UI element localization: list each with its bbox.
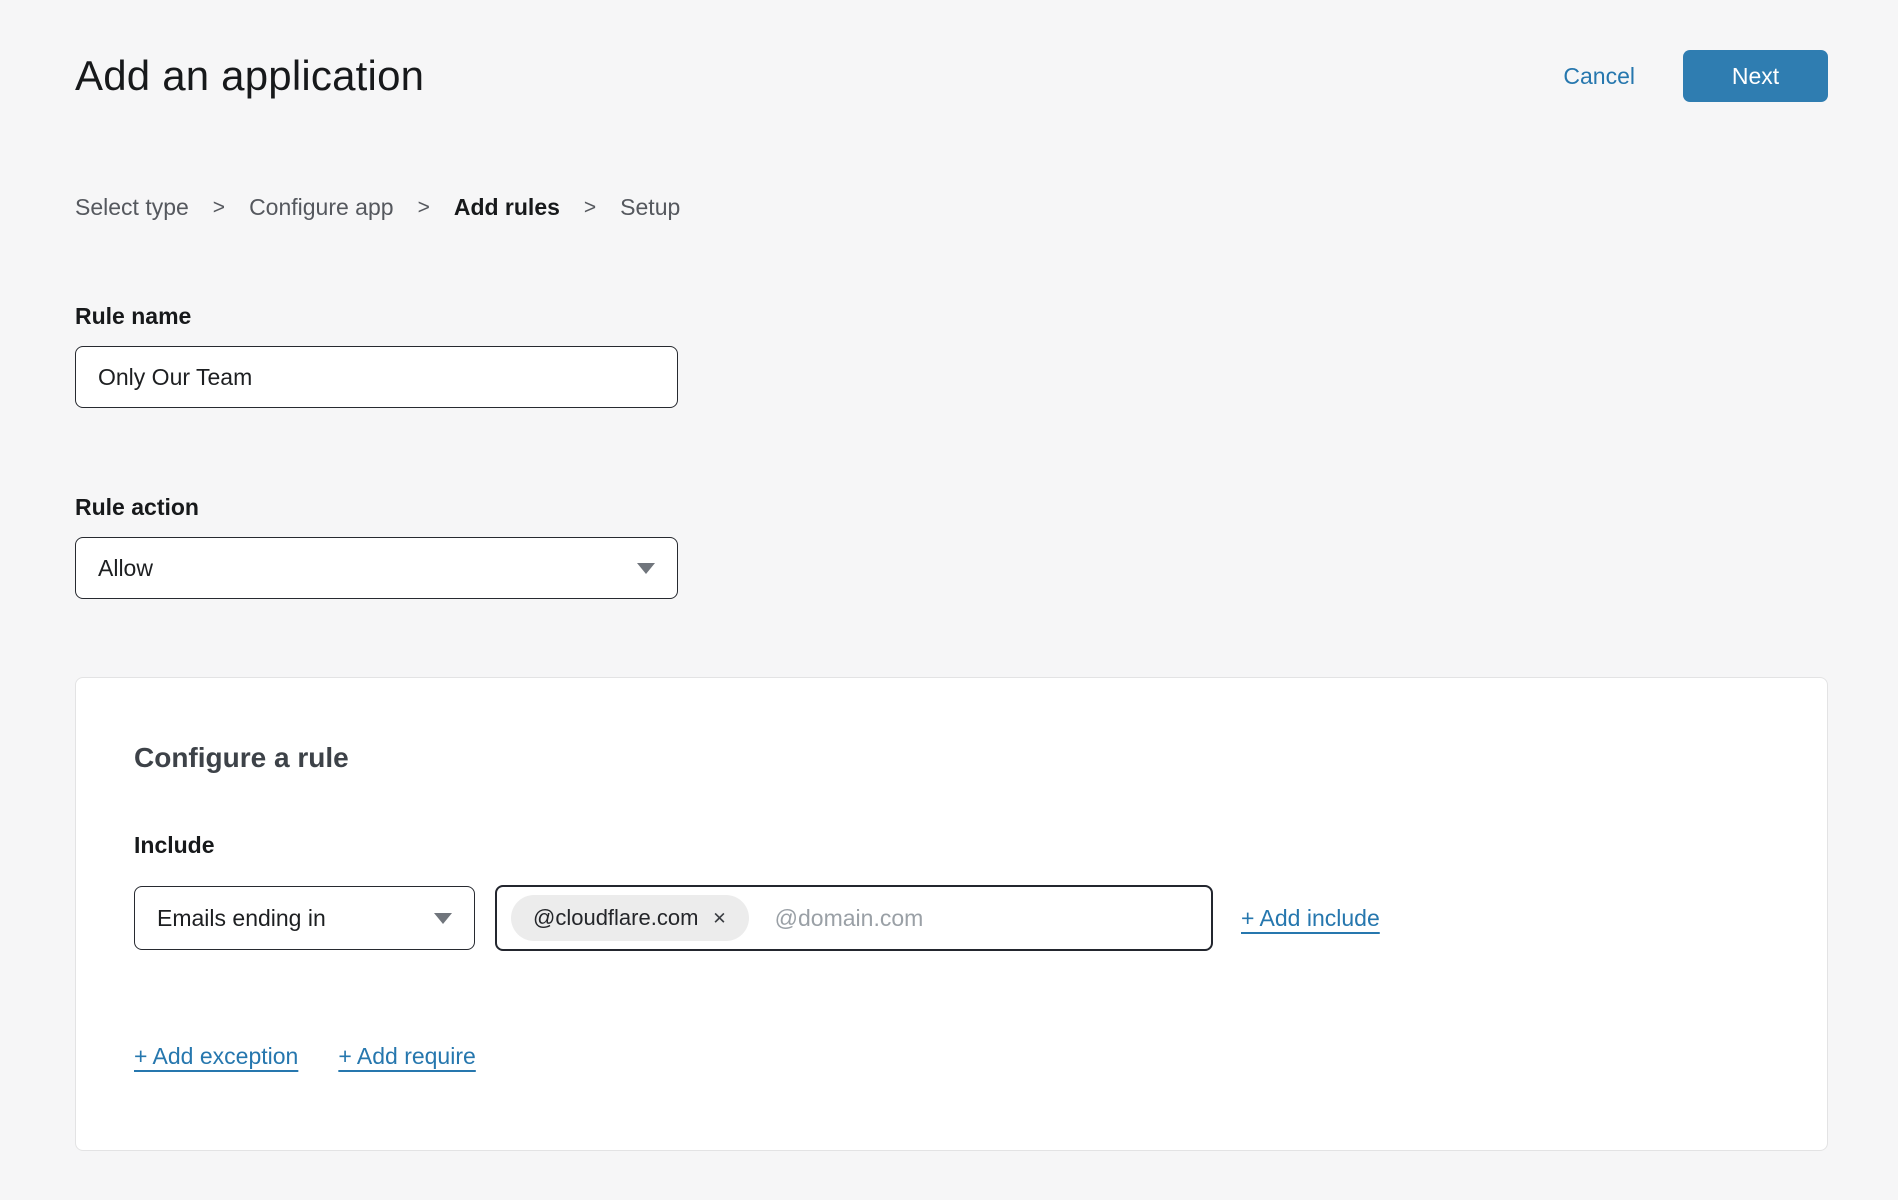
rule-name-input[interactable] xyxy=(75,346,678,408)
cancel-button[interactable]: Cancel xyxy=(1563,63,1635,90)
breadcrumb-separator: > xyxy=(584,196,596,220)
breadcrumb-step-setup[interactable]: Setup xyxy=(620,194,680,221)
rule-action-selected-value: Allow xyxy=(98,555,153,582)
add-require-link[interactable]: + Add require xyxy=(338,1043,475,1070)
chevron-down-icon xyxy=(637,563,655,574)
rule-action-select[interactable]: Allow xyxy=(75,537,678,599)
rule-name-label: Rule name xyxy=(75,303,1828,330)
breadcrumb-step-configure-app[interactable]: Configure app xyxy=(249,194,394,221)
next-button[interactable]: Next xyxy=(1683,50,1828,102)
breadcrumb: Select type > Configure app > Add rules … xyxy=(75,194,1828,221)
breadcrumb-step-select-type[interactable]: Select type xyxy=(75,194,189,221)
breadcrumb-step-add-rules[interactable]: Add rules xyxy=(454,194,560,221)
page-content: Add an application Cancel Next Select ty… xyxy=(0,0,1898,1151)
configure-rule-heading: Configure a rule xyxy=(134,742,1769,774)
chevron-down-icon xyxy=(434,913,452,924)
email-domain-input-container[interactable]: @cloudflare.com ✕ xyxy=(495,885,1213,951)
page-header: Add an application Cancel Next xyxy=(75,0,1828,102)
rule-extra-links: + Add exception + Add require xyxy=(134,1043,1769,1070)
email-domain-chip-value: @cloudflare.com xyxy=(533,905,698,931)
add-include-link[interactable]: + Add include xyxy=(1241,905,1380,932)
include-criteria-selected-value: Emails ending in xyxy=(157,905,326,932)
add-exception-link[interactable]: + Add exception xyxy=(134,1043,298,1070)
header-actions: Cancel Next xyxy=(1563,50,1828,102)
include-label: Include xyxy=(134,832,1769,859)
include-criteria-select[interactable]: Emails ending in xyxy=(134,886,475,950)
page-title: Add an application xyxy=(75,52,424,100)
rule-action-label: Rule action xyxy=(75,494,1828,521)
email-domain-input[interactable] xyxy=(775,905,1197,932)
breadcrumb-separator: > xyxy=(418,196,430,220)
configure-rule-card: Configure a rule Include Emails ending i… xyxy=(75,677,1828,1151)
close-icon[interactable]: ✕ xyxy=(712,910,726,927)
breadcrumb-separator: > xyxy=(213,196,225,220)
email-domain-chip: @cloudflare.com ✕ xyxy=(511,895,749,941)
include-rule-row: Emails ending in @cloudflare.com ✕ + Add… xyxy=(134,885,1769,951)
